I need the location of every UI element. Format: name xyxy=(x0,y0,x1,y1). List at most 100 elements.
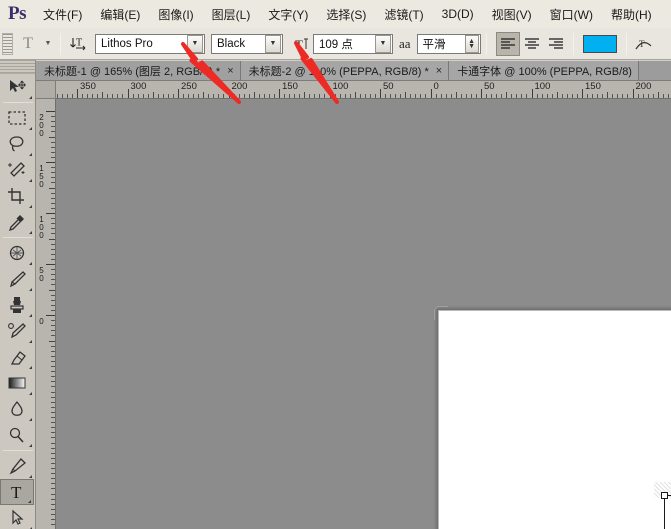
eraser-tool[interactable] xyxy=(0,344,34,370)
menu-image[interactable]: 图像(I) xyxy=(149,0,202,28)
magic-wand-tool[interactable] xyxy=(0,157,34,183)
history-brush-tool[interactable] xyxy=(0,318,34,344)
ruler-tick-minor xyxy=(51,381,55,383)
text-orientation-icon[interactable]: T xyxy=(66,32,90,56)
ruler-tick-minor xyxy=(51,422,55,424)
ruler-tick-minor xyxy=(51,258,55,260)
spot-healing-brush-tool[interactable] xyxy=(0,240,34,266)
svg-text:T: T xyxy=(76,38,82,49)
ruler-tick-minor xyxy=(51,401,55,403)
menu-type[interactable]: 文字(Y) xyxy=(259,0,317,28)
ruler-tick-minor xyxy=(51,483,55,485)
ruler-tick-minor xyxy=(51,462,55,464)
brush-tool[interactable] xyxy=(0,266,34,292)
ruler-tick-minor xyxy=(662,94,664,98)
ruler-tick-minor xyxy=(51,207,55,209)
menu-select[interactable]: 选择(S) xyxy=(317,0,375,28)
ruler-tick-minor xyxy=(51,284,55,286)
menu-file[interactable]: 文件(F) xyxy=(34,0,91,28)
horizontal-ruler[interactable]: 350 300 250 200 150 100 50 0 50 100 150 200 xyxy=(56,81,671,99)
tool-flyout-indicator xyxy=(29,475,32,478)
ruler-tick-minor xyxy=(652,94,654,98)
blur-tool[interactable] xyxy=(0,396,34,422)
type-tool-icon[interactable]: T xyxy=(15,32,41,56)
gradient-tool[interactable] xyxy=(0,370,34,396)
font-style-combo[interactable]: Black ▼ xyxy=(211,33,283,54)
ruler-tick-minor xyxy=(460,94,462,98)
path-selection-tool[interactable] xyxy=(0,505,34,529)
ruler-tick-minor xyxy=(521,94,523,98)
document-tab-2[interactable]: 未标题-2 @ 110% (PEPPA, RGB/8) * × xyxy=(240,61,450,80)
font-size-combo[interactable]: 109 点 ▼ xyxy=(313,33,393,54)
ruler-tick-minor xyxy=(213,94,215,98)
ruler-tick-minor xyxy=(501,94,503,98)
ruler-tick-minor xyxy=(51,121,55,123)
ruler-label: 0 xyxy=(39,317,44,326)
antialias-stepper-icon[interactable]: ▲ ▼ xyxy=(464,34,479,53)
menu-edit[interactable]: 编辑(E) xyxy=(91,0,149,28)
font-style-chevron-down-icon[interactable]: ▼ xyxy=(265,34,281,53)
ruler-label: 150 xyxy=(282,81,298,92)
rectangular-marquee-tool[interactable] xyxy=(0,105,34,131)
ruler-tick-minor xyxy=(51,228,55,230)
warp-text-icon[interactable]: T xyxy=(632,32,656,56)
ruler-tick-minor xyxy=(561,94,563,98)
clone-stamp-tool[interactable] xyxy=(0,292,34,318)
document-tab-1-close-icon[interactable]: × xyxy=(227,65,233,77)
tool-flyout-indicator xyxy=(29,314,32,317)
ruler-tick-minor xyxy=(289,94,291,98)
options-bar-grip[interactable] xyxy=(2,32,13,55)
ruler-tick-minor xyxy=(496,94,498,98)
ruler-label: 1 5 0 xyxy=(39,164,44,189)
ruler-tick-minor xyxy=(51,524,55,526)
ruler-tick-minor xyxy=(51,197,55,199)
menu-layer[interactable]: 图层(L) xyxy=(203,0,260,28)
vertical-ruler[interactable]: 2 0 0 1 5 0 1 0 0 5 0 0 xyxy=(36,99,56,529)
dodge-tool[interactable] xyxy=(0,422,34,448)
ruler-tick-minor xyxy=(304,92,306,98)
crop-tool[interactable] xyxy=(0,183,34,209)
font-family-chevron-down-icon[interactable]: ▼ xyxy=(187,34,203,53)
align-right-button[interactable] xyxy=(544,32,568,56)
tool-flyout-indicator xyxy=(29,392,32,395)
menu-view[interactable]: 视图(V) xyxy=(483,0,541,28)
tool-flyout-indicator xyxy=(29,127,32,130)
eyedropper-tool[interactable] xyxy=(0,209,34,235)
ruler-tick-minor xyxy=(536,94,538,98)
ruler-tick-minor xyxy=(511,94,513,98)
font-style-value: Black xyxy=(217,37,246,50)
tools-panel-grip[interactable] xyxy=(0,60,35,74)
document-tab-3-label: 卡通字体 @ 100% (PEPPA, RGB/8) xyxy=(457,65,632,78)
document-tab-3[interactable]: 卡通字体 @ 100% (PEPPA, RGB/8) xyxy=(449,61,639,80)
font-family-combo[interactable]: Lithos Pro ▼ xyxy=(95,33,205,54)
svg-text:T: T xyxy=(639,39,645,49)
transform-handle[interactable] xyxy=(661,492,668,499)
menu-window[interactable]: 窗口(W) xyxy=(541,0,602,28)
font-size-chevron-down-icon[interactable]: ▼ xyxy=(375,34,391,53)
horizontal-type-tool[interactable]: T xyxy=(0,479,34,505)
pen-tool[interactable] xyxy=(0,453,34,479)
ruler-tick-minor xyxy=(238,94,240,98)
tool-flyout-indicator xyxy=(29,444,32,447)
align-center-button[interactable] xyxy=(520,32,544,56)
text-color-swatch[interactable] xyxy=(582,34,617,53)
ruler-tick-minor xyxy=(455,92,457,98)
menu-filter[interactable]: 滤镜(T) xyxy=(375,0,432,28)
ruler-label: 100 xyxy=(332,81,349,92)
ruler-tick-minor xyxy=(51,452,55,454)
tool-preset-chevron-down-icon[interactable]: ▼ xyxy=(41,32,55,56)
document-tab-1[interactable]: 未标题-1 @ 165% (图层 2, RGB/8) * × xyxy=(36,61,241,80)
lasso-tool[interactable] xyxy=(0,131,34,157)
antialias-combo[interactable]: 平滑 ▲ ▼ xyxy=(416,33,481,54)
ruler-tick-minor xyxy=(51,396,55,398)
move-tool[interactable] xyxy=(0,74,34,100)
menu-3d[interactable]: 3D(D) xyxy=(433,0,483,28)
canvas-workspace[interactable] xyxy=(56,99,671,529)
document-tab-2-close-icon[interactable]: × xyxy=(436,65,442,77)
align-left-button[interactable] xyxy=(495,31,520,56)
menu-help[interactable]: 帮助(H) xyxy=(602,0,661,28)
document-canvas[interactable] xyxy=(438,310,671,529)
ruler-tick-minor xyxy=(51,304,55,306)
ruler-tick-minor xyxy=(51,253,55,255)
ruler-tick-minor xyxy=(445,94,447,98)
